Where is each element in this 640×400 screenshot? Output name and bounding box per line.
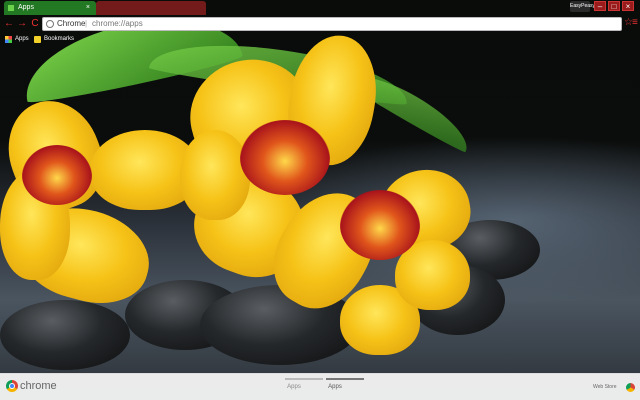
page-tab-apps-selected[interactable]: Apps [315, 384, 355, 390]
bookmark-label: Bookmarks [44, 36, 75, 42]
bookmark-apps[interactable]: Apps [5, 34, 29, 45]
tab-apps[interactable]: Apps × [4, 1, 96, 15]
tab-new[interactable] [96, 1, 206, 15]
page-info-icon[interactable] [46, 20, 54, 28]
maximize-button[interactable]: □ [608, 1, 620, 11]
orchid-lip-shape [240, 120, 330, 195]
bookmark-bookmarks[interactable]: Bookmarks [34, 34, 74, 45]
petal-shape [180, 130, 250, 220]
address-bar[interactable]: Chrome | chrome://apps [42, 17, 622, 31]
page-indicator-bar [285, 378, 323, 380]
orchid-lip-shape [340, 190, 420, 260]
ntp-bottom-bar: chrome Apps Apps Web Store [0, 373, 640, 400]
profile-button[interactable]: EasyPeasy [570, 1, 595, 12]
menu-icon[interactable]: ≡ [632, 17, 638, 28]
forward-button[interactable]: → [16, 18, 28, 30]
close-window-button[interactable]: × [622, 1, 634, 11]
bookmarks-bar: Apps Bookmarks [0, 34, 640, 45]
apps-grid-icon [5, 36, 12, 43]
page-tab-apps[interactable]: Apps [274, 384, 314, 390]
reload-button[interactable]: C [29, 18, 41, 30]
omnibox-url[interactable]: chrome://apps [92, 18, 143, 30]
apps-favicon-icon [8, 5, 14, 11]
omnibox-separator: | [85, 19, 88, 28]
theme-wallpaper [0, 0, 640, 400]
tab-strip: Apps × EasyPeasy – □ × [0, 0, 640, 15]
web-store-link[interactable]: Web Store [593, 384, 617, 390]
tab-label: Apps [18, 4, 34, 11]
omnibox-site-label: Chrome [57, 19, 86, 28]
folder-icon [34, 36, 41, 43]
chrome-logo-icon [6, 380, 18, 392]
close-icon[interactable]: × [86, 1, 90, 15]
chrome-brand-label: chrome [20, 380, 57, 392]
minimize-button[interactable]: – [594, 1, 606, 11]
back-button[interactable]: ← [3, 18, 15, 30]
orchid-lip-shape [22, 145, 92, 205]
page-indicator-bar-selected [326, 378, 364, 380]
bookmark-label: Apps [15, 36, 29, 42]
web-store-icon[interactable] [626, 383, 635, 392]
stone-shape [0, 300, 130, 370]
